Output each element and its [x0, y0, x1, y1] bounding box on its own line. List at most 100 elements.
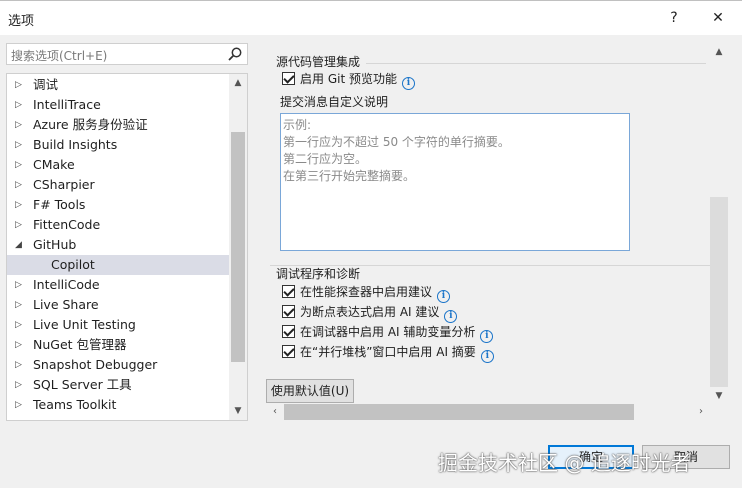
expand-arrow-icon[interactable]: ▷ [15, 175, 25, 195]
expand-arrow-icon[interactable]: ▷ [15, 275, 25, 295]
search-input[interactable]: 搜索选项(Ctrl+E) [6, 43, 248, 65]
tree-item[interactable]: ▷ CSharpier [7, 175, 229, 195]
scroll-up-icon[interactable]: ▲ [710, 43, 728, 61]
help-button[interactable]: ? [660, 7, 688, 29]
tree-item[interactable]: Copilot [7, 255, 229, 275]
git-preview-checkbox[interactable]: 启用 Git 预览功能 i [282, 70, 415, 90]
scroll-thumb[interactable] [710, 197, 728, 387]
tree-item[interactable]: ▷ Azure 服务身份验证 [7, 115, 229, 135]
scroll-down-icon[interactable]: ▼ [710, 387, 728, 405]
expand-arrow-icon[interactable]: ▷ [15, 395, 25, 415]
checkbox-checked[interactable] [282, 345, 295, 358]
close-button[interactable]: ✕ [704, 7, 732, 29]
tree-item-label: Live Unit Testing [33, 317, 136, 332]
tree-item[interactable]: ◢ GitHub [7, 235, 229, 255]
info-icon[interactable]: i [480, 330, 494, 343]
parallel-stacks-checkbox[interactable]: 在“并行堆栈”窗口中启用 AI 摘要 i [282, 343, 494, 363]
checkbox-checked[interactable] [282, 285, 295, 298]
expand-arrow-icon[interactable]: ▷ [15, 75, 25, 95]
expand-arrow-icon[interactable]: ▷ [15, 375, 25, 395]
options-tree[interactable]: ▲ ▼ ▷ 调试 ▷ IntelliTrace ▷ Azure 服务身份验证 ▷ Build … [6, 73, 248, 421]
tree-item-label: NuGet 包管理器 [33, 337, 127, 352]
tree-item-label: Build Insights [33, 137, 118, 152]
commit-instructions-textarea[interactable]: 示例: 第一行应为不超过 50 个字符的单行摘要。 第二行应为空。 在第三行开始… [280, 113, 630, 251]
settings-panel: 源代码管理集成 启用 Git 预览功能 i 提交消息自定义说明 示例: 第一行应为… [266, 43, 730, 423]
git-preview-label: 启用 Git 预览功能 [300, 72, 397, 86]
tree-item-label: FittenCode [33, 217, 101, 232]
option-label: 在性能探查器中启用建议 [300, 285, 433, 299]
checkbox-checked[interactable] [282, 72, 295, 85]
expand-arrow-icon[interactable]: ▷ [15, 135, 25, 155]
source-control-heading: 源代码管理集成 [276, 55, 361, 69]
example-line: 在第三行开始完整摘要。 [283, 169, 416, 183]
tree-item-label: CSharpier [33, 177, 95, 192]
checkbox-checked[interactable] [282, 305, 295, 318]
option-label: 在调试器中启用 AI 辅助变量分析 [300, 325, 476, 339]
search-icon[interactable] [227, 46, 243, 62]
dialog-title: 选项 [8, 14, 35, 29]
expand-arrow-icon[interactable]: ▷ [15, 95, 25, 115]
scroll-down-icon[interactable]: ▼ [229, 402, 247, 420]
tree-item-label: Azure 服务身份验证 [33, 117, 148, 132]
title-bar: 选项 ? ✕ [0, 1, 742, 35]
section-divider [366, 63, 706, 64]
search-placeholder: 搜索选项(Ctrl+E) [11, 49, 108, 63]
tree-item-label: SQL Server 工具 [33, 377, 132, 392]
expand-arrow-icon[interactable]: ▷ [15, 295, 25, 315]
scroll-right-icon[interactable]: › [692, 403, 710, 421]
tree-item[interactable]: ▷ Live Share [7, 295, 229, 315]
checkbox-checked[interactable] [282, 325, 295, 338]
tree-item[interactable]: ▷ CMake [7, 155, 229, 175]
tree-item-label: Copilot [51, 257, 95, 272]
commit-instructions-label: 提交消息自定义说明 [280, 95, 389, 109]
tree-item-label: GitHub [33, 237, 77, 252]
profiler-suggestions-checkbox[interactable]: 在性能探查器中启用建议 i [282, 283, 451, 303]
info-icon[interactable]: i [437, 290, 451, 303]
tree-item-label: IntelliCode [33, 277, 100, 292]
info-icon[interactable]: i [401, 77, 415, 90]
tree-item[interactable]: ▷ NuGet 包管理器 [7, 335, 229, 355]
tree-item-label: Live Share [33, 297, 99, 312]
use-defaults-button[interactable]: 使用默认值(U) [266, 379, 354, 403]
info-icon[interactable]: i [444, 310, 458, 323]
tree-item[interactable]: ▷ FittenCode [7, 215, 229, 235]
example-line: 第一行应为不超过 50 个字符的单行摘要。 [283, 135, 510, 149]
tree-item[interactable]: ▷ Live Unit Testing [7, 315, 229, 335]
tree-item[interactable]: ▷ F# Tools [7, 195, 229, 215]
scroll-up-icon[interactable]: ▲ [229, 74, 247, 92]
tree-scrollbar[interactable]: ▲ ▼ [229, 74, 247, 420]
scroll-thumb[interactable] [231, 132, 245, 362]
tree-item[interactable]: ▷ Teams Toolkit [7, 395, 229, 415]
expand-arrow-icon[interactable]: ▷ [15, 115, 25, 135]
settings-vscrollbar[interactable]: ▲ ▼ [710, 43, 728, 405]
example-line: 第二行应为空。 [283, 152, 368, 166]
example-line: 示例: [283, 118, 312, 132]
options-dialog: 选项 ? ✕ 搜索选项(Ctrl+E) ▲ ▼ ▷ 调试 ▷ IntelliTrace… [0, 0, 742, 488]
expand-arrow-icon[interactable]: ▷ [15, 215, 25, 235]
tree-item[interactable]: ▷ SQL Server 工具 [7, 375, 229, 395]
settings-hscrollbar[interactable]: ‹ › [266, 403, 710, 421]
tree-item-label: Teams Toolkit [33, 397, 117, 412]
variable-analysis-checkbox[interactable]: 在调试器中启用 AI 辅助变量分析 i [282, 323, 494, 343]
option-label: 在“并行堆栈”窗口中启用 AI 摘要 [300, 345, 476, 359]
option-label: 为断点表达式启用 AI 建议 [300, 305, 440, 319]
expand-arrow-icon[interactable]: ▷ [15, 315, 25, 335]
expand-arrow-icon[interactable]: ▷ [15, 155, 25, 175]
tree-item[interactable]: ▷ IntelliTrace [7, 95, 229, 115]
info-icon[interactable]: i [480, 350, 494, 363]
expand-arrow-icon[interactable]: ▷ [15, 335, 25, 355]
tree-item[interactable]: ▷ Snapshot Debugger [7, 355, 229, 375]
collapse-arrow-icon[interactable]: ◢ [15, 235, 25, 255]
tree-item-label: IntelliTrace [33, 97, 101, 112]
expand-arrow-icon[interactable]: ▷ [15, 355, 25, 375]
expand-arrow-icon[interactable]: ▷ [15, 195, 25, 215]
tree-item[interactable]: ▷ 调试 [7, 75, 229, 95]
scroll-thumb[interactable] [284, 404, 634, 420]
breakpoint-ai-checkbox[interactable]: 为断点表达式启用 AI 建议 i [282, 303, 458, 323]
tree-item[interactable]: ▷ Build Insights [7, 135, 229, 155]
tree-item-label: F# Tools [33, 197, 86, 212]
tree-item[interactable]: ▷ IntelliCode [7, 275, 229, 295]
watermark: 掘金技术社区 @ 追逐时光者 [438, 451, 691, 475]
scroll-left-icon[interactable]: ‹ [266, 403, 284, 421]
tree-item-label: CMake [33, 157, 75, 172]
